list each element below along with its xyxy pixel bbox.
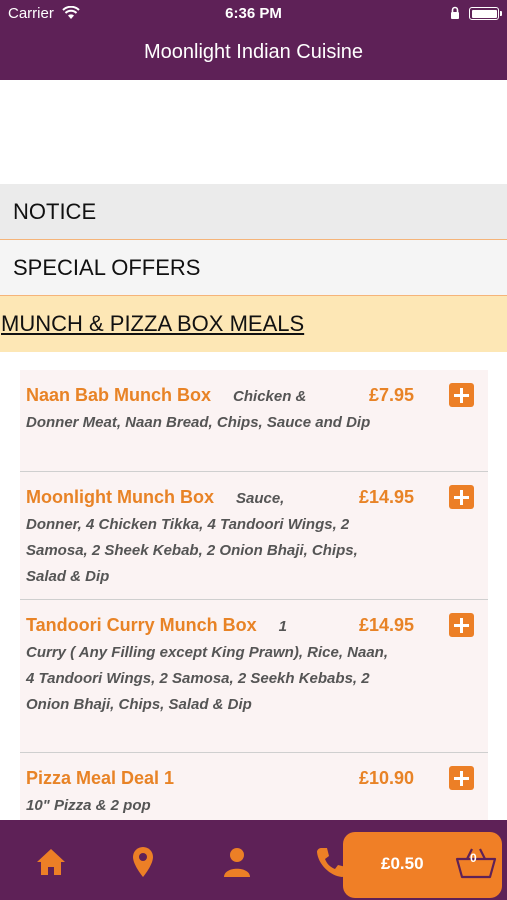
item-description: Donner Meat, Naan Bread, Chips, Sauce an…: [26, 414, 371, 431]
item-name: Pizza Meal Deal 1: [26, 768, 175, 788]
item-description-lead: Sauce,: [235, 490, 285, 507]
menu-item-list: Naan Bab Munch Box Chicken & Donner Meat,…: [20, 370, 488, 833]
home-icon[interactable]: [33, 844, 69, 880]
add-item-button[interactable]: [449, 613, 474, 637]
status-time: 6:36 PM: [225, 5, 282, 22]
page-title: Moonlight Indian Cuisine: [143, 41, 364, 63]
location-pin-icon[interactable]: [125, 844, 161, 880]
item-price: £7.95: [368, 385, 414, 405]
basket-total: £0.50: [381, 854, 424, 873]
person-icon[interactable]: [219, 844, 255, 880]
item-price: £14.95: [358, 487, 414, 507]
item-description-lead: 1: [278, 618, 288, 635]
menu-item[interactable]: Naan Bab Munch Box Chicken & Donner Meat,…: [20, 370, 488, 472]
item-description-lead: Chicken &: [233, 388, 307, 405]
category-munch-pizza-box-meals[interactable]: MUNCH & PIZZA BOX MEALS: [0, 296, 507, 352]
item-price: £10.90: [358, 768, 414, 788]
menu-item[interactable]: Tandoori Curry Munch Box 1 Curry ( Any Fi…: [20, 600, 488, 753]
item-description: 10" Pizza & 2 pop: [26, 797, 151, 814]
add-item-button[interactable]: [449, 485, 474, 509]
item-name: Moonlight Munch Box: [26, 487, 214, 507]
basket-button[interactable]: £0.50 0: [343, 832, 502, 898]
status-bar: Carrier 6:36 PM: [0, 0, 507, 28]
nav-bar: Moonlight Indian Cuisine: [0, 28, 507, 80]
orientation-lock-icon: [451, 6, 459, 19]
basket-count: 0: [470, 851, 477, 865]
battery-icon: [469, 7, 502, 20]
add-item-button[interactable]: [449, 383, 474, 407]
category-notice[interactable]: NOTICE: [0, 184, 507, 240]
item-price: £14.95: [358, 615, 414, 635]
item-description: Curry ( Any Filling except King Prawn), …: [26, 644, 389, 713]
item-name: Naan Bab Munch Box: [26, 385, 212, 405]
item-name: Tandoori Curry Munch Box: [26, 615, 257, 635]
menu-item[interactable]: Moonlight Munch Box Sauce, Donner, 4 Chic…: [20, 472, 488, 600]
add-item-button[interactable]: [449, 766, 474, 790]
item-description: Donner, 4 Chicken Tikka, 4 Tandoori Wing…: [26, 516, 358, 585]
category-special-offers[interactable]: SPECIAL OFFERS: [0, 240, 507, 296]
